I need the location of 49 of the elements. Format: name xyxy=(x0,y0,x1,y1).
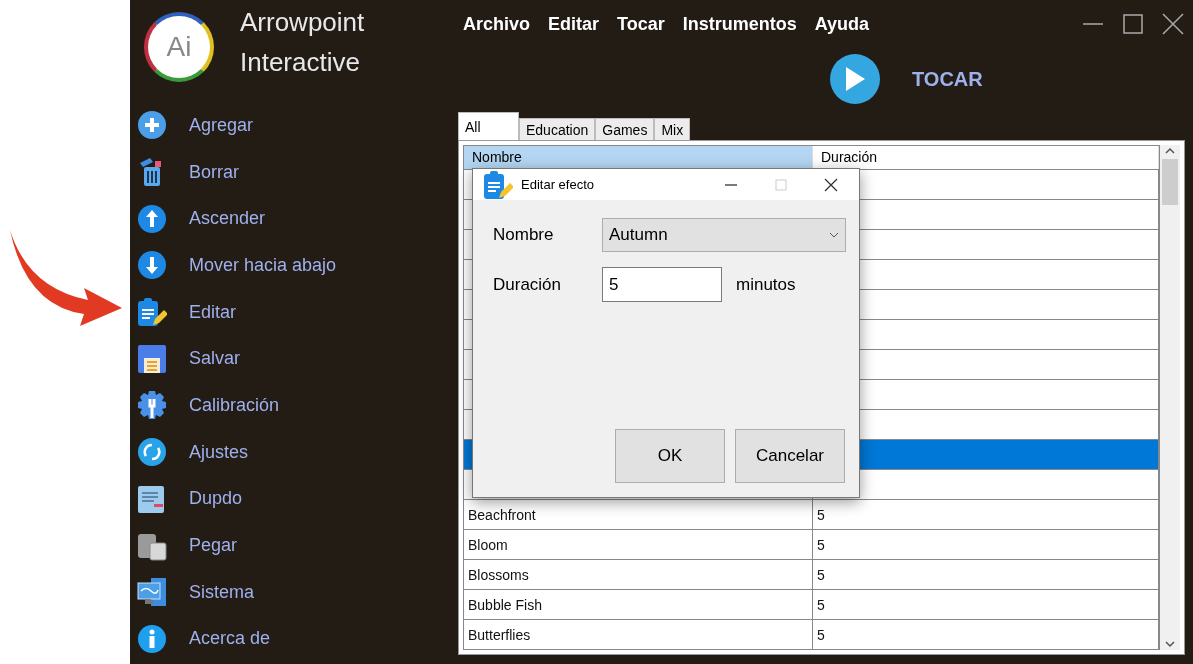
table-cell: Blossoms xyxy=(464,560,813,590)
sidebar-item[interactable]: Calibración xyxy=(137,382,455,429)
tab[interactable]: Games xyxy=(595,118,655,140)
name-dropdown[interactable]: Autumn xyxy=(602,218,846,252)
sidebar-item[interactable]: Dupdo xyxy=(137,475,455,523)
menu-item[interactable]: Tocar xyxy=(608,13,674,35)
table-cell: Butterflies xyxy=(464,620,813,649)
table-cell: 5 xyxy=(813,530,1159,560)
field-label: Duración xyxy=(493,274,563,295)
menu-item[interactable]: Archivo xyxy=(463,13,540,35)
table-cell: 5 xyxy=(813,560,1159,590)
app-title: Arrowpoint xyxy=(240,6,365,39)
menu-item[interactable]: Ayuda xyxy=(805,13,879,35)
column-header[interactable]: Nombre xyxy=(464,146,813,169)
table-cell: 5 xyxy=(813,590,1159,620)
app-title: Interactive xyxy=(240,46,361,79)
table-cell: Bubble Fish xyxy=(464,590,813,620)
table-cell: Beachfront xyxy=(464,500,813,530)
sidebar-item[interactable]: Editar xyxy=(137,288,455,336)
dialog-button[interactable]: OK xyxy=(615,429,725,483)
table-row[interactable]: Beachfront 5 xyxy=(464,499,1159,529)
table-cell: 5 xyxy=(813,620,1159,649)
tab[interactable]: Education xyxy=(519,118,596,140)
sidebar-item[interactable]: Salvar xyxy=(137,335,455,383)
table-cell: 5 xyxy=(813,500,1159,530)
logo: Ai xyxy=(144,12,214,82)
play-label[interactable]: TOCAR xyxy=(906,66,989,92)
sidebar-item[interactable]: Sistema xyxy=(137,568,455,616)
field-label: Nombre xyxy=(493,225,555,245)
table-row[interactable]: Butterflies 5 xyxy=(464,619,1159,649)
table-row[interactable]: Bubble Fish 5 xyxy=(464,589,1159,619)
tab[interactable]: Mix xyxy=(654,118,691,140)
dialog-button[interactable]: Cancelar xyxy=(735,429,845,483)
table-row[interactable]: Bloom 5 xyxy=(464,529,1159,559)
sidebar-item[interactable]: Ascender xyxy=(137,195,455,243)
duration-input[interactable]: 5 xyxy=(602,267,722,302)
sidebar-item[interactable]: Acerca de xyxy=(137,615,455,663)
unit-label: minutos xyxy=(736,274,796,295)
sidebar-item[interactable]: Agregar xyxy=(137,102,455,149)
dialog-title: Editar efecto xyxy=(521,177,594,192)
table-row[interactable]: Blossoms 5 xyxy=(464,559,1159,589)
sidebar-item[interactable]: Mover hacia abajo xyxy=(137,242,455,289)
menu-item[interactable]: Instrumentos xyxy=(673,13,806,35)
sidebar-item[interactable]: Borrar xyxy=(137,148,455,196)
sidebar-item[interactable]: Pegar xyxy=(137,522,455,569)
sidebar-item[interactable]: Ajustes xyxy=(137,428,455,476)
tab[interactable]: All xyxy=(458,112,519,140)
menu-item[interactable]: Editar xyxy=(539,13,609,35)
table-cell: Bloom xyxy=(464,530,813,560)
